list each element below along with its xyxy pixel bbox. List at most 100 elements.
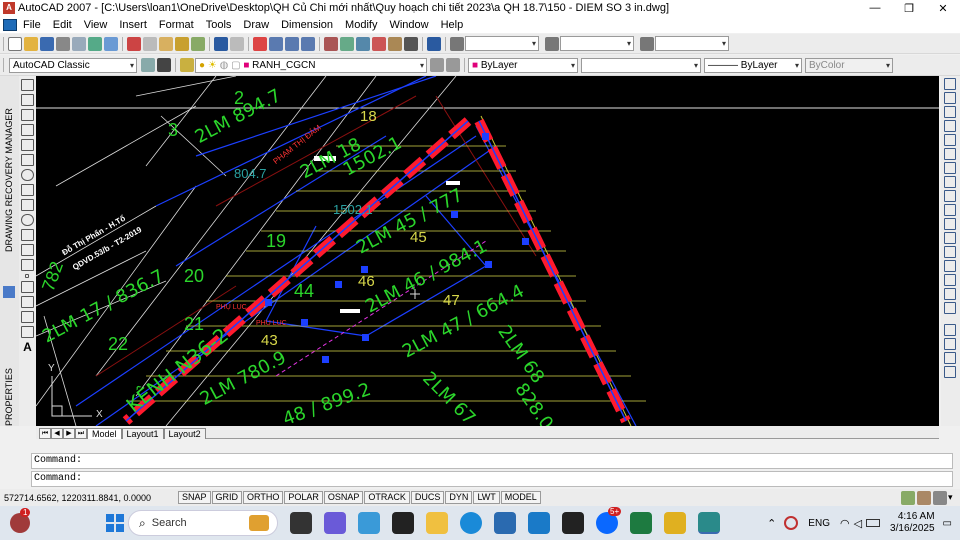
capcut2-icon[interactable] bbox=[562, 512, 584, 534]
document-icon[interactable] bbox=[3, 18, 17, 31]
offset-icon[interactable] bbox=[944, 120, 956, 132]
ellipse-icon[interactable] bbox=[21, 214, 34, 226]
table-style-icon[interactable] bbox=[640, 36, 654, 51]
teams-icon[interactable] bbox=[324, 512, 346, 534]
otrack-toggle[interactable]: OTRACK bbox=[364, 491, 410, 504]
copy-icon[interactable] bbox=[143, 36, 157, 51]
zalo-icon[interactable]: 5+ bbox=[596, 507, 622, 534]
print-icon[interactable] bbox=[56, 36, 70, 51]
send-back-icon[interactable] bbox=[944, 352, 956, 364]
security-icon[interactable] bbox=[664, 512, 686, 534]
osnap-toggle[interactable]: OSNAP bbox=[323, 491, 364, 504]
tool-palettes-icon[interactable] bbox=[356, 36, 370, 51]
revision-cloud-icon[interactable] bbox=[21, 184, 34, 196]
capcut-icon[interactable] bbox=[392, 512, 414, 534]
zoom-window-icon[interactable] bbox=[285, 36, 299, 51]
lineweight-combo[interactable]: ——— ByLayer ▾ bbox=[704, 57, 802, 73]
ducs-toggle[interactable]: DUCS bbox=[410, 491, 445, 504]
color-combo[interactable]: ■ ByLayer ▾ bbox=[468, 57, 578, 73]
sheet-set-icon[interactable] bbox=[372, 36, 386, 51]
properties-icon[interactable] bbox=[324, 36, 338, 51]
properties-tab[interactable]: PROPERTIES bbox=[4, 366, 14, 426]
bring-above-icon[interactable] bbox=[944, 366, 956, 378]
lock-icon[interactable] bbox=[157, 58, 171, 72]
menu-window[interactable]: Window bbox=[383, 19, 434, 31]
array-icon[interactable] bbox=[944, 134, 956, 146]
redo-icon[interactable] bbox=[230, 36, 244, 51]
menu-dimension[interactable]: Dimension bbox=[275, 19, 339, 31]
break-at-point-icon[interactable] bbox=[944, 232, 956, 244]
drawing-recovery-manager-tab[interactable]: DRAWING RECOVERY MANAGER bbox=[4, 108, 14, 252]
prev-tab-button[interactable]: ◀ bbox=[51, 428, 63, 439]
workspace-combo[interactable]: AutoCAD Classic ▾ bbox=[9, 57, 137, 73]
rotate-icon[interactable] bbox=[944, 162, 956, 174]
autocad-taskbar-icon[interactable] bbox=[698, 512, 720, 534]
pan-icon[interactable] bbox=[253, 36, 267, 51]
fillet-icon[interactable] bbox=[944, 288, 956, 300]
clean-screen-icon[interactable] bbox=[933, 490, 947, 505]
volume-icon[interactable]: ◁ bbox=[854, 517, 862, 530]
plotstyle-combo[interactable]: ByColor ▾ bbox=[805, 57, 893, 73]
block-editor-icon[interactable] bbox=[191, 36, 205, 51]
text-style-icon[interactable] bbox=[450, 36, 464, 51]
show-hidden-icons[interactable]: ⌃ bbox=[767, 517, 776, 530]
menu-format[interactable]: Format bbox=[153, 19, 200, 31]
circle-icon[interactable] bbox=[21, 169, 34, 181]
language-indicator[interactable]: ENG bbox=[808, 518, 830, 529]
l-app-icon[interactable] bbox=[528, 512, 550, 534]
layer-combo[interactable]: ● ☀ ◍ ▢ ■ RANH_CGCN ▾ bbox=[195, 57, 427, 73]
model-toggle[interactable]: MODEL bbox=[500, 491, 541, 504]
hatch-icon[interactable] bbox=[21, 281, 34, 293]
insert-block-icon[interactable] bbox=[21, 244, 34, 256]
layer-previous-icon[interactable] bbox=[446, 58, 460, 72]
tab-layout1[interactable]: Layout1 bbox=[121, 428, 164, 439]
notifications-icon[interactable]: ▭ bbox=[943, 518, 952, 529]
match-properties-icon[interactable] bbox=[175, 36, 189, 51]
communication-center-icon[interactable] bbox=[901, 490, 915, 505]
multiline-text-icon[interactable]: A bbox=[21, 341, 34, 353]
menu-insert[interactable]: Insert bbox=[113, 19, 153, 31]
menu-help[interactable]: Help bbox=[435, 19, 470, 31]
make-block-icon[interactable] bbox=[21, 259, 34, 271]
polyline-icon[interactable] bbox=[21, 109, 34, 121]
markup-icon[interactable] bbox=[388, 36, 402, 51]
extend-icon[interactable] bbox=[944, 218, 956, 230]
rectangle-icon[interactable] bbox=[21, 139, 34, 151]
model-space-canvas[interactable]: 2LM 894.7 2LM 18 1502.1 19 20 2LM 17 / 8… bbox=[36, 76, 939, 426]
minimize-button[interactable]: — bbox=[858, 0, 892, 16]
make-object-layer-current-icon[interactable] bbox=[430, 58, 444, 72]
arc-icon[interactable] bbox=[21, 154, 34, 166]
restore-button[interactable]: ❐ bbox=[892, 0, 926, 16]
zoom-realtime-icon[interactable] bbox=[269, 36, 283, 51]
paste-icon[interactable] bbox=[159, 36, 173, 51]
dyn-toggle[interactable]: DYN bbox=[445, 491, 473, 504]
workspace-settings-icon[interactable] bbox=[141, 58, 155, 72]
copy-object-icon[interactable] bbox=[944, 92, 956, 104]
linetype-combo[interactable]: ▾ bbox=[581, 57, 701, 73]
zoom-previous-icon[interactable] bbox=[301, 36, 315, 51]
lwt-toggle[interactable]: LWT bbox=[473, 491, 500, 504]
dim-style-icon[interactable] bbox=[545, 36, 559, 51]
menu-draw[interactable]: Draw bbox=[237, 19, 275, 31]
trim-icon[interactable] bbox=[944, 204, 956, 216]
clock[interactable]: 4:16 AM 3/16/2025 bbox=[890, 511, 935, 535]
cut-icon[interactable] bbox=[127, 36, 141, 51]
layer-manager-icon[interactable] bbox=[180, 58, 194, 72]
polygon-icon[interactable] bbox=[21, 124, 34, 136]
ortho-toggle[interactable]: ORTHO bbox=[243, 491, 284, 504]
tray-settings-icon[interactable] bbox=[917, 490, 931, 505]
polar-toggle[interactable]: POLAR bbox=[284, 491, 323, 504]
task-view-icon[interactable] bbox=[290, 512, 312, 534]
excel-icon[interactable] bbox=[630, 512, 652, 534]
3d-dwf-icon[interactable] bbox=[104, 36, 118, 51]
wifi-icon[interactable]: ◠ bbox=[840, 517, 850, 530]
sync-icon[interactable] bbox=[784, 516, 799, 530]
text-style-combo[interactable]: ▾ bbox=[465, 36, 539, 51]
menu-edit[interactable]: Edit bbox=[47, 19, 78, 31]
command-input-line[interactable]: Command: bbox=[31, 471, 953, 487]
status-menu-arrow-icon[interactable]: ▾ bbox=[948, 492, 960, 503]
edge-icon[interactable] bbox=[460, 512, 482, 534]
stretch-icon[interactable] bbox=[944, 190, 956, 202]
tab-model[interactable]: Model bbox=[87, 428, 122, 439]
open-icon[interactable] bbox=[24, 36, 38, 51]
